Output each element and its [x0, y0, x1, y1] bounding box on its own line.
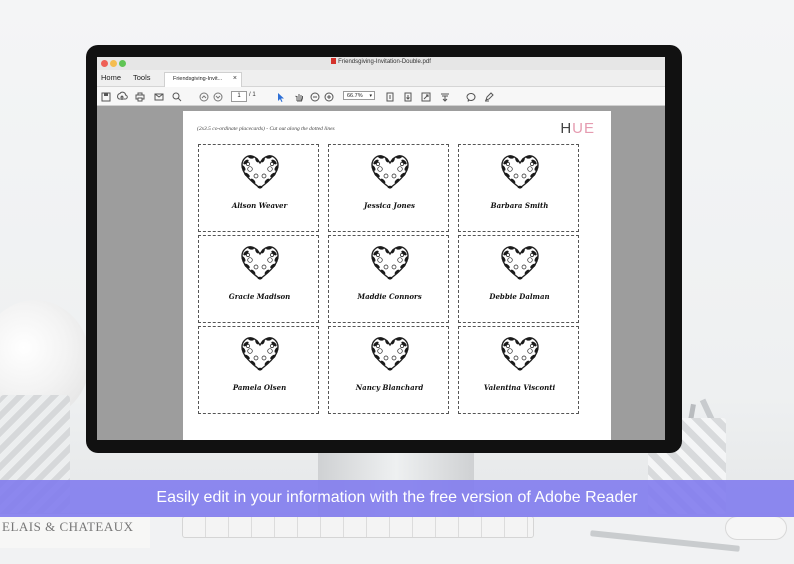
read-mode-icon[interactable] [439, 90, 451, 102]
logo-ue: UE [572, 120, 595, 137]
placecard[interactable]: Pamela Olsen [198, 326, 319, 414]
fullscreen-icon[interactable] [420, 90, 432, 102]
save-icon[interactable] [100, 90, 112, 102]
tab-document-label: Friendsgiving-Invit... [173, 76, 223, 82]
tab-bar: Home Tools Friendsgiving-Invit... × [97, 70, 665, 87]
placecard[interactable]: Alison Weaver [198, 144, 319, 232]
hand-icon[interactable] [293, 90, 305, 102]
toolbar: 1 / 1 66.7% ▾ [97, 87, 665, 106]
zoom-value: 66.7% [347, 93, 363, 99]
hue-logo: HUE [560, 120, 595, 137]
scroll-mode-icon[interactable] [402, 90, 414, 102]
book-spine-text: ELAIS & CHATEAUX [2, 519, 134, 534]
placecard[interactable]: Nancy Blanchard [328, 326, 449, 414]
placecard-name: Maddie Connors [357, 292, 422, 301]
page-up-icon[interactable] [198, 90, 210, 102]
heart-wreath-icon [238, 334, 282, 374]
fit-page-icon[interactable] [384, 90, 396, 102]
nav-home[interactable]: Home [101, 73, 121, 82]
heart-wreath-icon [368, 334, 412, 374]
placecard[interactable]: Gracie Madison [198, 235, 319, 323]
placecard[interactable]: Maddie Connors [328, 235, 449, 323]
placecard-name: Gracie Madison [228, 292, 291, 301]
heart-wreath-icon [498, 152, 542, 192]
mail-icon[interactable] [153, 90, 165, 102]
chevron-down-icon: ▾ [369, 93, 372, 99]
heart-wreath-icon [238, 243, 282, 283]
placecard[interactable]: Debbie Dalman [458, 235, 579, 323]
keyboard [182, 516, 534, 538]
mouse [725, 516, 787, 540]
photo-scene: ELAIS & CHATEAUX Friendsgiving-Invitatio… [0, 0, 794, 564]
search-icon[interactable] [171, 90, 183, 102]
placecard[interactable]: Barbara Smith [458, 144, 579, 232]
window-titlebar: Friendsgiving-Invitation-Double.pdf [97, 57, 665, 71]
placecard-name: Valentina Visconti [483, 383, 556, 392]
monitor-screen: Friendsgiving-Invitation-Double.pdf Home… [97, 57, 665, 440]
placecard-name: Pamela Olsen [232, 383, 287, 392]
document-viewport[interactable]: (2x3.5 co-ordinate placecards) - Cut out… [97, 106, 665, 440]
pdf-file-icon [331, 58, 337, 64]
heart-wreath-icon [238, 152, 282, 192]
print-icon[interactable] [134, 90, 146, 102]
zoom-select[interactable]: 66.7% ▾ [343, 91, 375, 100]
close-tab-icon[interactable]: × [233, 75, 237, 82]
page-number-input[interactable]: 1 [231, 91, 247, 102]
pen-icon[interactable] [483, 90, 495, 102]
zoom-in-icon[interactable] [323, 90, 335, 102]
window-title: Friendsgiving-Invitation-Double.pdf [97, 58, 665, 65]
placecard-name: Alison Weaver [231, 201, 288, 210]
placecard-name: Debbie Dalman [489, 292, 550, 301]
tab-document[interactable]: Friendsgiving-Invit... × [164, 72, 242, 87]
logo-h: H [560, 120, 573, 137]
promo-banner: Easily edit in your information with the… [0, 480, 794, 517]
placecard-name: Nancy Blanchard [355, 383, 424, 392]
page-down-icon[interactable] [212, 90, 224, 102]
zoom-out-icon[interactable] [309, 90, 321, 102]
select-cursor-icon[interactable] [274, 90, 286, 102]
heart-wreath-icon [368, 152, 412, 192]
heart-wreath-icon [498, 243, 542, 283]
comment-icon[interactable] [465, 90, 477, 102]
pdf-page: (2x3.5 co-ordinate placecards) - Cut out… [183, 111, 611, 440]
page-count: / 1 [249, 92, 256, 98]
placecard[interactable]: Jessica Jones [328, 144, 449, 232]
placecard-name: Barbara Smith [490, 201, 549, 210]
heart-wreath-icon [368, 243, 412, 283]
cut-instructions: (2x3.5 co-ordinate placecards) - Cut out… [197, 126, 335, 132]
placecard-name: Jessica Jones [363, 201, 415, 210]
window-title-text: Friendsgiving-Invitation-Double.pdf [338, 59, 431, 65]
placecard[interactable]: Valentina Visconti [458, 326, 579, 414]
upload-icon[interactable] [116, 90, 128, 102]
nav-tools[interactable]: Tools [133, 73, 151, 82]
promo-banner-text: Easily edit in your information with the… [156, 489, 638, 506]
heart-wreath-icon [498, 334, 542, 374]
